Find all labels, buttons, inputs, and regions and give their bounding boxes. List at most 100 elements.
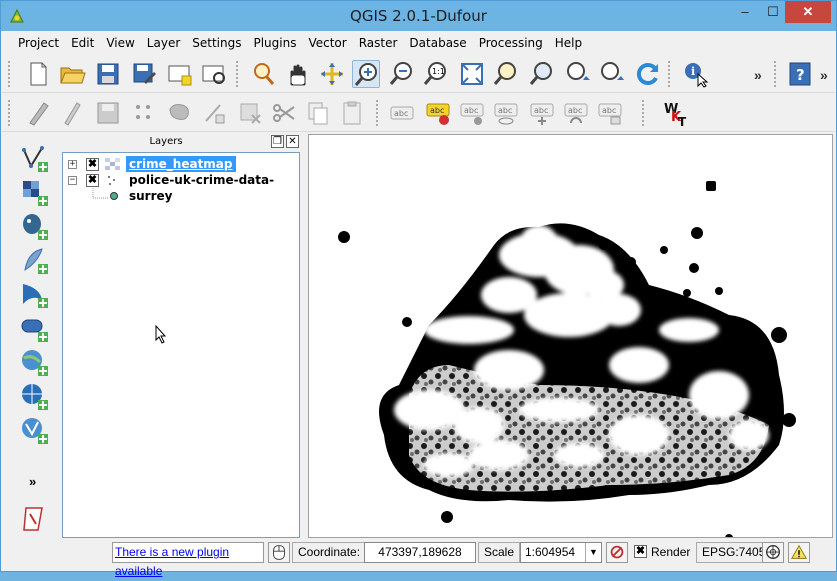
- wkt-icon[interactable]: W K T: [662, 99, 690, 129]
- coordinate-field[interactable]: 473397,189628: [364, 542, 476, 563]
- zoom-out-icon[interactable]: [388, 60, 416, 88]
- add-feature-icon[interactable]: [130, 99, 158, 127]
- menu-edit[interactable]: Edit: [65, 36, 100, 50]
- pin-labels-icon[interactable]: abc: [458, 99, 486, 127]
- new-print-composer-icon[interactable]: [166, 60, 194, 88]
- change-label-icon-text: abc: [602, 106, 616, 115]
- layer-row-crime-heatmap[interactable]: + ✖ crime_heatmap: [63, 156, 299, 172]
- panel-splitter[interactable]: [302, 134, 307, 539]
- rotate-label-icon[interactable]: abc: [562, 99, 590, 127]
- svg-text:1:1: 1:1: [432, 67, 445, 76]
- menu-project[interactable]: Project: [12, 36, 65, 50]
- menu-plugins[interactable]: Plugins: [247, 36, 302, 50]
- add-oracle-layer-icon[interactable]: [20, 314, 50, 344]
- move-label-icon[interactable]: abc: [528, 99, 556, 127]
- zoom-last-icon[interactable]: [564, 60, 592, 88]
- toolbar-handle[interactable]: [376, 100, 381, 126]
- coordinate-label: Coordinate:: [292, 542, 367, 563]
- coordinate-toggle-button[interactable]: [268, 542, 290, 563]
- move-feature-icon[interactable]: [166, 99, 194, 127]
- messages-button[interactable]: [788, 542, 810, 563]
- help-icon[interactable]: ?: [786, 60, 814, 88]
- scale-combobox[interactable]: 1:604954 ▼: [520, 542, 602, 563]
- menu-layer[interactable]: Layer: [141, 36, 186, 50]
- layer-expander[interactable]: −: [68, 176, 77, 185]
- save-layer-edits-icon[interactable]: [94, 99, 122, 127]
- layer-visibility-checkbox[interactable]: ✖: [86, 174, 99, 187]
- new-project-icon[interactable]: [24, 60, 52, 88]
- current-edits-icon[interactable]: [24, 99, 52, 127]
- copy-features-icon[interactable]: [304, 99, 332, 127]
- label-icon[interactable]: abc: [388, 99, 416, 127]
- layer-name[interactable]: police-uk-crime-data-surrey: [126, 172, 299, 203]
- chevron-down-icon[interactable]: ▼: [585, 543, 601, 562]
- node-tool-icon[interactable]: [200, 99, 228, 127]
- pan-map-icon[interactable]: [284, 60, 312, 88]
- cut-features-icon[interactable]: [270, 99, 298, 127]
- zoom-in-icon[interactable]: [352, 60, 380, 88]
- stop-render-button[interactable]: [606, 542, 628, 563]
- add-wcs-layer-icon[interactable]: [20, 382, 50, 412]
- add-mssql-layer-icon[interactable]: [20, 280, 50, 310]
- delete-selected-icon[interactable]: [236, 99, 264, 127]
- toolbar-handle[interactable]: [8, 61, 13, 87]
- wkt-icon-t: T: [678, 115, 687, 127]
- menu-settings[interactable]: Settings: [186, 36, 247, 50]
- toolbar-overflow-icon[interactable]: »: [754, 67, 762, 83]
- toolbar-handle[interactable]: [774, 61, 779, 87]
- zoom-next-icon[interactable]: [598, 60, 626, 88]
- save-as-icon[interactable]: [130, 60, 158, 88]
- menu-view[interactable]: View: [100, 36, 140, 50]
- paste-features-icon[interactable]: [338, 99, 366, 127]
- layer-labeling-icon[interactable]: abc: [424, 99, 452, 127]
- add-raster-layer-icon[interactable]: [20, 178, 50, 208]
- change-label-icon[interactable]: abc: [596, 99, 624, 127]
- render-checkbox[interactable]: ✖: [634, 545, 647, 558]
- georeferencer-icon[interactable]: [20, 504, 50, 534]
- toolbar-overflow-icon[interactable]: »: [29, 474, 36, 489]
- layer-expander[interactable]: +: [68, 160, 77, 169]
- open-project-icon[interactable]: [58, 60, 86, 88]
- close-button[interactable]: ✕: [785, 1, 831, 23]
- new-plugin-link[interactable]: There is a new plugin available: [112, 542, 264, 578]
- add-wms-layer-icon[interactable]: [20, 348, 50, 378]
- composer-manager-icon[interactable]: [200, 60, 228, 88]
- toolbar-overflow-icon[interactable]: »: [820, 67, 828, 83]
- pan-to-selection-icon[interactable]: [248, 60, 276, 88]
- minimize-button[interactable]: ‒: [731, 1, 759, 23]
- close-panel-button[interactable]: ✕: [286, 135, 299, 148]
- menu-database[interactable]: Database: [403, 36, 472, 50]
- add-wfs-layer-icon[interactable]: [20, 416, 50, 446]
- crs-status-button[interactable]: EPSG:7405: [696, 542, 772, 563]
- save-project-icon[interactable]: [94, 60, 122, 88]
- zoom-to-selection-icon[interactable]: [492, 60, 520, 88]
- zoom-to-layer-icon[interactable]: [528, 60, 556, 88]
- svg-text:i: i: [691, 65, 695, 78]
- zoom-full-icon[interactable]: [458, 60, 486, 88]
- toolbar-handle[interactable]: [236, 61, 241, 87]
- layer-name[interactable]: crime_heatmap: [126, 156, 236, 172]
- menu-vector[interactable]: Vector: [302, 36, 352, 50]
- toolbar-handle[interactable]: [668, 61, 673, 87]
- identify-features-icon[interactable]: i: [682, 60, 710, 88]
- add-vector-layer-icon[interactable]: [20, 144, 50, 174]
- zoom-actual-size-icon[interactable]: 1:1: [422, 60, 450, 88]
- touch-zoom-icon[interactable]: [318, 60, 346, 88]
- maximize-button[interactable]: ☐: [759, 1, 787, 23]
- show-hide-labels-icon[interactable]: abc: [492, 99, 520, 127]
- add-postgis-layer-icon[interactable]: [20, 212, 50, 242]
- layer-row-police-crime-data[interactable]: − ✖ police-uk-crime-data-surrey: [63, 172, 299, 203]
- menu-raster[interactable]: Raster: [353, 36, 404, 50]
- menu-processing[interactable]: Processing: [473, 36, 549, 50]
- toolbar-handle[interactable]: [8, 100, 13, 126]
- refresh-icon[interactable]: [634, 60, 662, 88]
- projection-button[interactable]: [762, 542, 784, 563]
- toggle-editing-icon[interactable]: [58, 99, 86, 127]
- point-symbol-icon: [110, 192, 118, 200]
- map-canvas[interactable]: [308, 134, 833, 538]
- layer-visibility-checkbox[interactable]: ✖: [86, 158, 99, 171]
- add-spatialite-layer-icon[interactable]: [20, 246, 50, 276]
- menu-help[interactable]: Help: [549, 36, 588, 50]
- float-panel-button[interactable]: ❐: [271, 135, 284, 148]
- toolbar-handle[interactable]: [642, 100, 647, 126]
